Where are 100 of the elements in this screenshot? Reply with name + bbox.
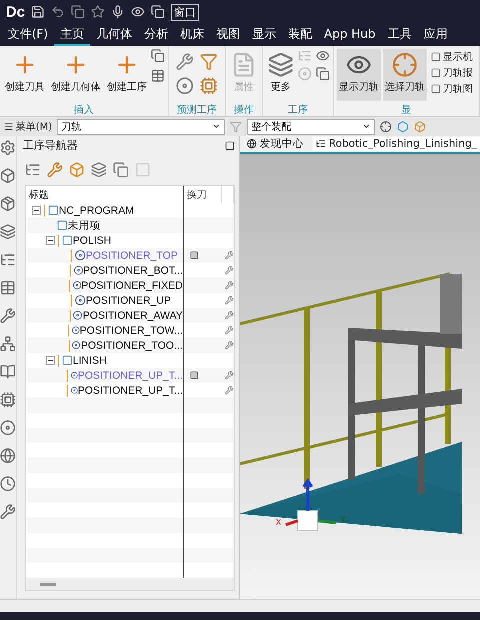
eye-icon[interactable] bbox=[131, 5, 146, 19]
layers-icon bbox=[268, 52, 294, 78]
tool-change-icon bbox=[190, 371, 199, 380]
copy-icon[interactable] bbox=[316, 67, 330, 81]
operation-icon bbox=[72, 325, 80, 336]
operation-icon bbox=[70, 385, 78, 396]
globe-icon[interactable] bbox=[0, 448, 16, 464]
tree-item[interactable]: NC_PROGRAM bbox=[59, 204, 134, 216]
cube-icon[interactable] bbox=[0, 168, 16, 184]
square-icon bbox=[431, 68, 441, 78]
ribbon-small-button[interactable]: 刀轨图 bbox=[429, 81, 475, 97]
copy-icon[interactable] bbox=[71, 5, 86, 19]
ribbon-button[interactable]: 创建几何体 bbox=[49, 49, 103, 101]
menu-tab[interactable]: 应用 bbox=[418, 24, 454, 46]
tree-icon[interactable] bbox=[0, 252, 16, 268]
path-status-icon bbox=[225, 296, 234, 305]
ribbon-button[interactable]: 显示刀轨 bbox=[337, 49, 381, 101]
menu-tab[interactable]: 装配 bbox=[282, 24, 318, 46]
undo-icon[interactable] bbox=[51, 5, 66, 19]
eye-icon[interactable] bbox=[316, 49, 330, 63]
disc-icon[interactable] bbox=[176, 77, 194, 95]
scope-dropdown[interactable]: 整个装配 bbox=[247, 118, 376, 134]
operation-icon bbox=[72, 340, 82, 351]
path-status-icon bbox=[225, 266, 234, 275]
filter-dropdown[interactable]: 刀轨 bbox=[57, 118, 226, 134]
path-status-icon bbox=[225, 371, 234, 380]
program-view-icon[interactable] bbox=[25, 162, 41, 178]
tree-icon bbox=[316, 139, 326, 149]
settings-icon[interactable] bbox=[0, 140, 16, 156]
menu-tab[interactable]: 显示 bbox=[246, 24, 282, 46]
tool-view-icon[interactable] bbox=[47, 162, 63, 178]
axis-label: X bbox=[276, 518, 282, 527]
menu-tab[interactable]: 机床 bbox=[174, 24, 210, 46]
wrench-icon[interactable] bbox=[176, 53, 194, 71]
operation-icon bbox=[70, 370, 78, 381]
tool-change-icon bbox=[190, 251, 199, 260]
disc-icon[interactable] bbox=[0, 420, 16, 436]
network-icon[interactable] bbox=[0, 336, 16, 352]
menu-button[interactable]: 菜单(M) bbox=[4, 120, 52, 134]
windows-icon[interactable] bbox=[151, 5, 166, 19]
star-icon[interactable] bbox=[91, 5, 106, 19]
navigator-title: 工序导航器 bbox=[23, 138, 78, 154]
tree-item[interactable]: LINISH bbox=[73, 354, 107, 366]
package-icon[interactable] bbox=[0, 196, 16, 212]
app-logo: Dc bbox=[6, 4, 26, 20]
table-icon[interactable] bbox=[0, 280, 16, 296]
microphone-icon[interactable] bbox=[111, 5, 126, 19]
layers-icon[interactable] bbox=[0, 224, 16, 240]
collapse-toggle[interactable] bbox=[46, 236, 55, 245]
maximize-icon[interactable] bbox=[225, 140, 235, 151]
square-icon bbox=[431, 52, 441, 62]
chevron-down-icon bbox=[212, 122, 222, 131]
book-icon[interactable] bbox=[0, 364, 16, 380]
menu-tab[interactable]: 文件(F) bbox=[2, 24, 54, 46]
chip-icon[interactable] bbox=[200, 77, 218, 95]
operation-icon bbox=[72, 280, 82, 291]
hexagon-icon[interactable] bbox=[397, 120, 410, 132]
menu-tab[interactable]: 分析 bbox=[138, 24, 174, 46]
tree-item[interactable]: POLISH bbox=[73, 234, 112, 246]
ribbon-button[interactable]: 更多 bbox=[266, 49, 296, 101]
group-label: 插入 bbox=[73, 104, 95, 116]
save-icon[interactable] bbox=[31, 5, 46, 19]
method-view-icon[interactable] bbox=[91, 162, 107, 178]
menu-tab[interactable]: 几何体 bbox=[90, 24, 138, 46]
collapse-toggle[interactable] bbox=[46, 356, 55, 365]
group-label: 工序 bbox=[287, 104, 309, 116]
crosshair-icon bbox=[392, 52, 418, 78]
tree-item[interactable]: 未用项 bbox=[68, 218, 101, 232]
tree-item[interactable]: POSITIONER_UP_T... bbox=[78, 384, 183, 396]
tree-item[interactable]: POSITIONER_TOW... bbox=[80, 324, 183, 336]
menu-tab[interactable]: 视图 bbox=[210, 24, 246, 46]
globe-icon bbox=[247, 139, 257, 149]
axis-label: Y bbox=[340, 515, 346, 527]
clock-icon[interactable] bbox=[0, 476, 16, 492]
menu-tab[interactable]: 工具 bbox=[382, 24, 418, 46]
horizontal-scrollbar[interactable] bbox=[26, 578, 234, 590]
ribbon-button[interactable]: 创建工序 bbox=[105, 49, 149, 101]
operation-icon bbox=[75, 295, 86, 306]
wrench-icon[interactable] bbox=[0, 308, 16, 324]
group-label: 操作 bbox=[233, 104, 255, 116]
tree-item[interactable]: POSITIONER_UP bbox=[86, 294, 172, 306]
ribbon-small-button[interactable]: 显示机 bbox=[429, 49, 475, 65]
path-status-icon bbox=[225, 311, 234, 320]
tree-item[interactable]: POSITIONER_BOT... bbox=[83, 264, 183, 276]
collapse-toggle[interactable] bbox=[32, 206, 41, 215]
menu-icon bbox=[4, 122, 14, 132]
menu-tab[interactable]: App Hub bbox=[318, 24, 382, 46]
window-menu[interactable]: 窗口 bbox=[171, 4, 200, 20]
viewport-tab[interactable]: Robotic_Polishing_Linishing_ bbox=[313, 137, 480, 151]
path-status-icon bbox=[225, 281, 234, 290]
tools-icon[interactable] bbox=[0, 504, 16, 520]
square-icon bbox=[431, 84, 441, 94]
ribbon-button[interactable]: 创建刀具 bbox=[3, 49, 47, 101]
ribbon-small-button[interactable]: 刀轨报 bbox=[429, 65, 475, 81]
group-label: 预测工序 bbox=[176, 104, 218, 116]
viewport-tab[interactable]: 发现中心 bbox=[244, 136, 307, 152]
snap-icon[interactable] bbox=[380, 120, 392, 132]
ribbon-button[interactable]: 选择刀轨 bbox=[383, 49, 427, 101]
group-label: 显 bbox=[400, 104, 412, 116]
chip-icon[interactable] bbox=[0, 392, 16, 408]
